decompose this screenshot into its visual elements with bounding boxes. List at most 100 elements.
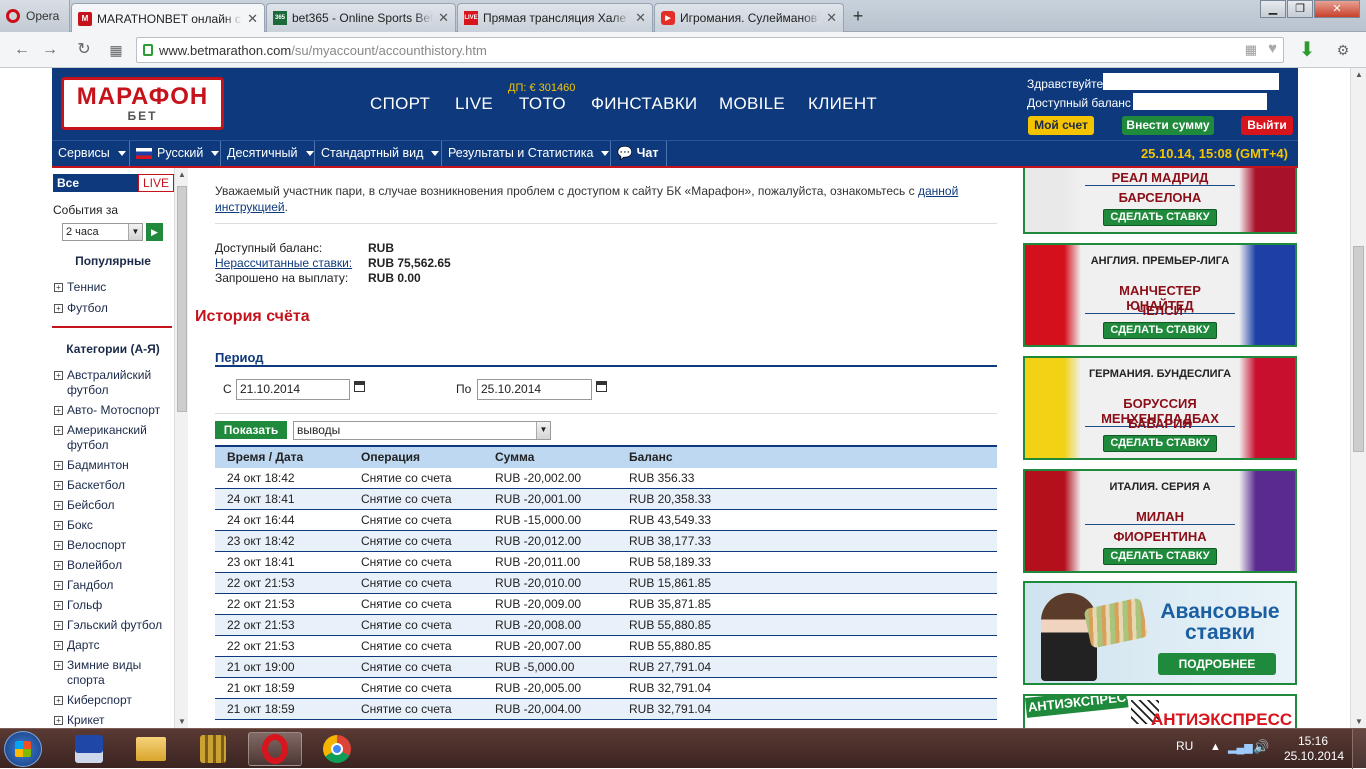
menu-language[interactable]: Русский (130, 141, 221, 166)
match-banner[interactable]: ГЕРМАНИЯ. БУНДЕСЛИГА БОРУССИЯ МЕНХЕНГЛАДБ… (1023, 356, 1297, 460)
nav-mobile[interactable]: MOBILE (719, 94, 785, 114)
restore-button[interactable]: ❐ (1287, 0, 1313, 18)
sidebar-category-item[interactable]: + Американский футбол (54, 423, 172, 453)
nav-client[interactable]: КЛИЕНТ (808, 94, 877, 114)
page-scroll-thumb[interactable] (1353, 246, 1364, 452)
sidebar-item-tennis[interactable]: + Теннис (54, 280, 106, 295)
tab-all-events[interactable]: Все события (53, 174, 138, 208)
start-button[interactable] (4, 731, 42, 767)
grid-view-icon[interactable]: ▦ (1245, 42, 1257, 58)
tab-close-icon[interactable]: ✕ (438, 10, 449, 26)
sidebar-scroll-thumb[interactable] (177, 186, 187, 412)
place-bet-button[interactable]: СДЕЛАТЬ СТАВКУ (1103, 548, 1217, 565)
show-desktop-button[interactable] (1352, 729, 1366, 769)
sidebar-category-item[interactable]: + Гэльский футбол (54, 618, 172, 633)
menu-results[interactable]: Результаты и Статистика (442, 141, 611, 166)
from-date-input[interactable]: 21.10.2014 (236, 379, 350, 400)
sidebar-category-item[interactable]: + Гольф (54, 598, 172, 613)
taskbar-chrome[interactable] (310, 732, 364, 766)
browser-tab[interactable]: ▶ Игромания. Сулейманов ✕ (654, 3, 844, 32)
deposit-button[interactable]: Внести сумму (1122, 116, 1214, 135)
match-banner[interactable]: РЕАЛ МАДРИД БАРСЕЛОНА СДЕЛАТЬ СТАВКУ (1023, 168, 1297, 234)
sidebar-category-item[interactable]: + Киберспорт (54, 693, 172, 708)
nav-toto[interactable]: ТОТО (519, 94, 566, 114)
sidebar-category-item[interactable]: + Волейбол (54, 558, 172, 573)
browser-tab[interactable]: LIVE Прямая трансляция Хале ✕ (457, 3, 653, 32)
match-banner[interactable]: АНГЛИЯ. ПРЕМЬЕР-ЛИГА МАНЧЕСТЕР ЮНАЙТЕД ЧЕЛ… (1023, 243, 1297, 347)
taskbar-opera[interactable] (248, 732, 302, 766)
new-tab-button[interactable]: + (848, 6, 868, 26)
calendar-icon[interactable] (596, 381, 607, 392)
place-bet-button[interactable]: СДЕЛАТЬ СТАВКУ (1103, 322, 1217, 339)
scroll-down-icon[interactable]: ▼ (178, 717, 186, 726)
operation-type-select[interactable]: выводы ▼ (293, 421, 551, 440)
tab-close-icon[interactable]: ✕ (635, 10, 646, 26)
calendar-icon[interactable] (354, 381, 365, 392)
sidebar-scrollbar[interactable]: ▲ ▼ (174, 168, 188, 728)
url-field[interactable]: www.betmarathon.com/su/myaccount/account… (136, 37, 1284, 63)
bet365-favicon-icon: 365 (273, 11, 287, 25)
nav-live[interactable]: LIVE (455, 94, 493, 114)
browser-menu-icon[interactable]: ⚙ (1333, 41, 1353, 59)
my-account-button[interactable]: Мой счет (1028, 116, 1094, 135)
language-indicator[interactable]: RU (1176, 739, 1193, 753)
menu-odds-format[interactable]: Десятичный (221, 141, 315, 166)
period-select[interactable]: 2 часа ▼ (62, 223, 143, 241)
show-button[interactable]: Показать (215, 421, 287, 439)
tab-close-icon[interactable]: ✕ (247, 11, 258, 27)
back-arrow-icon[interactable]: ← (12, 41, 32, 59)
taskbar-save-app[interactable] (62, 732, 116, 766)
more-details-button[interactable]: ПОДРОБНЕЕ (1158, 653, 1276, 675)
unsettled-bets-link[interactable]: Нерассчитанные ставки: (215, 256, 352, 270)
browser-tab[interactable]: M MARATHONBET онлайн с ✕ (71, 3, 265, 33)
logout-button[interactable]: Выйти (1241, 116, 1293, 135)
download-icon[interactable]: ⬇ (1297, 40, 1317, 60)
sidebar-category-item[interactable]: + Зимние виды спорта (54, 658, 172, 688)
sidebar-category-item[interactable]: + Бокс (54, 518, 172, 533)
menu-view[interactable]: Стандартный вид (315, 141, 442, 166)
menu-services[interactable]: Сервисы (52, 141, 130, 166)
go-button[interactable]: ▶ (146, 223, 163, 241)
bookmark-heart-icon[interactable]: ♥ (1268, 40, 1277, 57)
taskbar-explorer[interactable] (124, 732, 178, 766)
sidebar-category-item[interactable]: + Крикет (54, 713, 172, 728)
clock[interactable]: 15:16 25.10.2014 (1284, 734, 1344, 764)
sidebar-category-item[interactable]: + Велоспорт (54, 538, 172, 553)
scroll-up-icon[interactable]: ▲ (178, 170, 186, 179)
close-window-button[interactable]: ✕ (1314, 0, 1360, 18)
sidebar-category-item[interactable]: + Дартс (54, 638, 172, 653)
scroll-down-icon[interactable]: ▼ (1355, 717, 1363, 726)
browser-tab[interactable]: 365 bet365 - Online Sports Bett ✕ (266, 3, 456, 32)
sidebar-category-item[interactable]: + Бейсбол (54, 498, 172, 513)
match-banner[interactable]: ИТАЛИЯ. СЕРИЯ А МИЛАН ФИОРЕНТИНА СДЕЛАТЬ СТ… (1023, 469, 1297, 573)
menu-chat[interactable]: 💬 Чат (611, 141, 667, 166)
tab-close-icon[interactable]: ✕ (826, 10, 837, 26)
reload-icon[interactable]: ↻ (74, 41, 94, 59)
sidebar-category-item[interactable]: + Гандбол (54, 578, 172, 593)
tray-expand-icon[interactable]: ▲ (1210, 741, 1221, 753)
nav-finstavki[interactable]: ФИНСТАВКИ (591, 94, 697, 114)
speed-dial-grid-icon[interactable]: ▦ (106, 41, 126, 59)
opera-menu-button[interactable]: Opera (0, 0, 70, 32)
nav-sport[interactable]: СПОРТ (370, 94, 430, 114)
place-bet-button[interactable]: СДЕЛАТЬ СТАВКУ (1103, 435, 1217, 452)
sidebar-category-item[interactable]: + Бадминтон (54, 458, 172, 473)
advance-bets-banner[interactable]: Авансовые ставки ПОДРОБНЕЕ (1023, 581, 1297, 685)
network-signal-icon[interactable]: ▂▄▆ (1228, 741, 1253, 754)
forward-arrow-icon[interactable]: → (40, 41, 60, 59)
sidebar-category-item[interactable]: + Авто- Мотоспорт (54, 403, 172, 418)
menu-services-label: Сервисы (58, 146, 110, 160)
sidebar-category-item[interactable]: + Австралийский футбол (54, 368, 172, 398)
antiexpress-banner[interactable]: АНТИЭКСПРЕСС АНТИЭКСПРЕСС (1023, 694, 1297, 728)
tab-live[interactable]: LIVE (137, 174, 174, 192)
volume-icon[interactable]: 🔊 (1253, 739, 1269, 755)
taskbar-app[interactable] (186, 732, 240, 766)
scroll-up-icon[interactable]: ▲ (1355, 70, 1363, 79)
marathon-logo[interactable]: МАРАФОН БЕТ (61, 77, 224, 130)
sidebar-item-football[interactable]: + Футбол (54, 301, 108, 316)
page-scrollbar[interactable]: ▲ ▼ (1350, 68, 1366, 728)
place-bet-button[interactable]: СДЕЛАТЬ СТАВКУ (1103, 209, 1217, 226)
sidebar-category-item[interactable]: + Баскетбол (54, 478, 172, 493)
to-date-input[interactable]: 25.10.2014 (477, 379, 592, 400)
minimize-button[interactable]: ▁ (1260, 0, 1286, 18)
